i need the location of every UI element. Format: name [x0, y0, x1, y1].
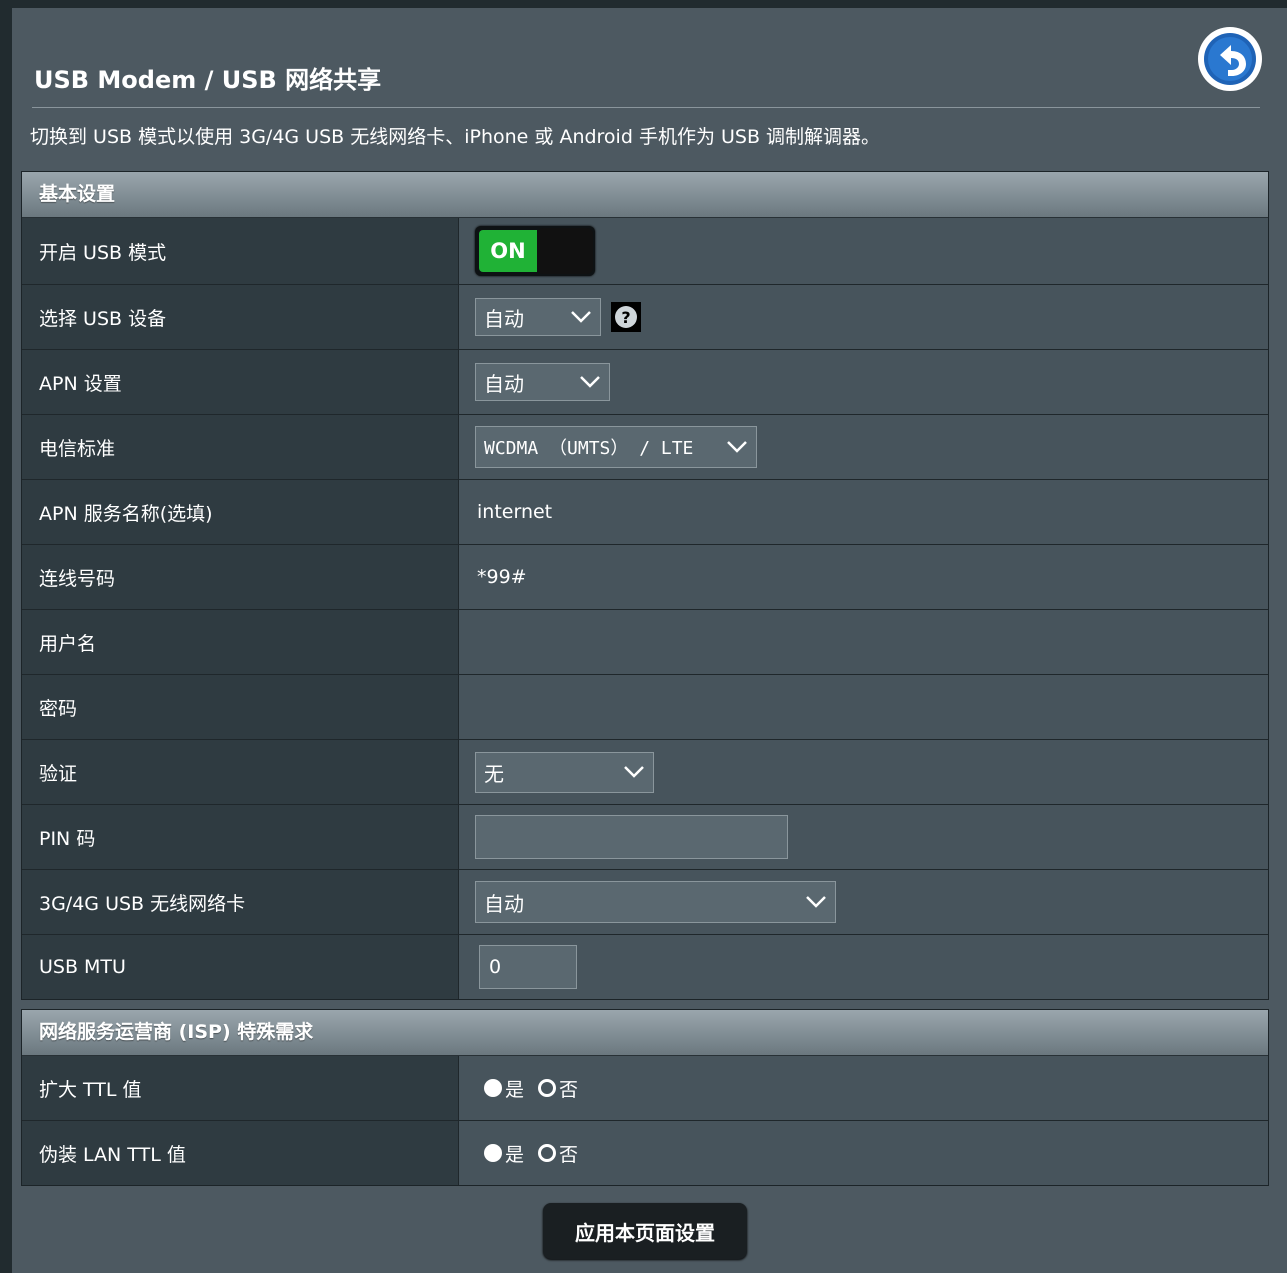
row-auth: 验证 无	[22, 739, 1268, 804]
mtu-label: USB MTU	[22, 935, 459, 999]
chevron-down-icon	[580, 376, 600, 388]
row-username: 用户名	[22, 609, 1268, 674]
section-header-isp: 网络服务运营商 (ISP) 特殊需求	[22, 1010, 1268, 1056]
dial-number-label: 连线号码	[22, 545, 459, 609]
isp-section: 网络服务运营商 (ISP) 特殊需求 扩大 TTL 值 是 否 伪装 LAN T…	[21, 1009, 1269, 1186]
extend-ttl-yes-radio[interactable]: 是	[484, 1075, 524, 1102]
toggle-knob	[537, 228, 593, 274]
row-dial-number: 连线号码 *99#	[22, 544, 1268, 609]
usb-device-value: 自动	[484, 306, 524, 331]
toggle-on-text: ON	[479, 230, 537, 272]
password-label: 密码	[22, 675, 459, 739]
row-spoof-ttl: 伪装 LAN TTL 值 是 否	[22, 1120, 1268, 1185]
section-header-basic: 基本设置	[22, 172, 1268, 218]
extend-ttl-label: 扩大 TTL 值	[22, 1056, 459, 1120]
row-usb-device: 选择 USB 设备 自动 ?	[22, 284, 1268, 349]
username-label: 用户名	[22, 610, 459, 674]
usb-mode-toggle[interactable]: ON	[475, 226, 595, 276]
basic-settings-section: 基本设置 开启 USB 模式 ON 选择 USB 设备 自动 ? APN 设置 …	[21, 171, 1269, 1000]
pin-input[interactable]	[475, 815, 788, 859]
apn-service-field[interactable]: internet	[477, 501, 552, 523]
chevron-down-icon	[624, 766, 644, 778]
row-telecom-standard: 电信标准 WCDMA （UMTS） / LTE	[22, 414, 1268, 479]
row-adapter: 3G/4G USB 无线网络卡 自动	[22, 869, 1268, 934]
settings-panel: USB Modem / USB 网络共享 切换到 USB 模式以使用 3G/4G…	[12, 8, 1287, 1273]
radio-label-yes: 是	[505, 1143, 525, 1166]
pin-label: PIN 码	[22, 805, 459, 869]
apply-button[interactable]: 应用本页面设置	[543, 1203, 747, 1259]
row-usb-mode: 开启 USB 模式 ON	[22, 218, 1268, 284]
radio-label-no: 否	[559, 1078, 579, 1101]
question-icon: ?	[615, 306, 637, 328]
mtu-input[interactable]: 0	[479, 945, 577, 989]
radio-label-no: 否	[559, 1143, 579, 1166]
auth-value: 无	[484, 761, 504, 786]
spoof-ttl-no-radio[interactable]: 否	[538, 1140, 578, 1167]
row-apn-service: APN 服务名称(选填) internet	[22, 479, 1268, 544]
page-description: 切换到 USB 模式以使用 3G/4G USB 无线网络卡、iPhone 或 A…	[30, 126, 881, 148]
row-extend-ttl: 扩大 TTL 值 是 否	[22, 1056, 1268, 1120]
row-apn-setting: APN 设置 自动	[22, 349, 1268, 414]
back-arrow-icon	[1200, 29, 1260, 89]
spoof-ttl-yes-radio[interactable]: 是	[484, 1140, 524, 1167]
auth-label: 验证	[22, 740, 459, 804]
radio-label-yes: 是	[505, 1078, 525, 1101]
spoof-ttl-label: 伪装 LAN TTL 值	[22, 1121, 459, 1185]
adapter-label: 3G/4G USB 无线网络卡	[22, 870, 459, 934]
auth-select[interactable]: 无	[475, 751, 654, 793]
dial-number-field[interactable]: *99#	[477, 566, 527, 588]
usb-mode-label: 开启 USB 模式	[22, 218, 459, 284]
chevron-down-icon	[806, 896, 826, 908]
adapter-select[interactable]: 自动	[475, 881, 836, 923]
apn-service-label: APN 服务名称(选填)	[22, 480, 459, 544]
back-button[interactable]	[1198, 27, 1262, 91]
chevron-down-icon	[571, 311, 591, 323]
radio-unchecked-icon	[538, 1079, 557, 1097]
help-button[interactable]: ?	[611, 302, 641, 332]
radio-checked-icon	[484, 1079, 502, 1097]
telecom-standard-value: WCDMA （UMTS） / LTE	[484, 438, 694, 459]
adapter-value: 自动	[484, 891, 524, 916]
row-mtu: USB MTU 0	[22, 934, 1268, 999]
radio-checked-icon	[484, 1144, 502, 1162]
chevron-down-icon	[727, 441, 747, 453]
telecom-standard-select[interactable]: WCDMA （UMTS） / LTE	[475, 426, 757, 468]
radio-unchecked-icon	[538, 1144, 557, 1162]
apn-setting-value: 自动	[484, 371, 524, 396]
title-divider	[32, 107, 1260, 108]
usb-device-label: 选择 USB 设备	[22, 285, 459, 349]
usb-device-select[interactable]: 自动	[475, 298, 601, 336]
apn-setting-select[interactable]: 自动	[475, 363, 610, 401]
telecom-standard-label: 电信标准	[22, 415, 459, 479]
page-title: USB Modem / USB 网络共享	[34, 66, 382, 94]
row-password: 密码	[22, 674, 1268, 739]
apn-setting-label: APN 设置	[22, 350, 459, 414]
extend-ttl-no-radio[interactable]: 否	[538, 1075, 578, 1102]
row-pin: PIN 码	[22, 804, 1268, 869]
